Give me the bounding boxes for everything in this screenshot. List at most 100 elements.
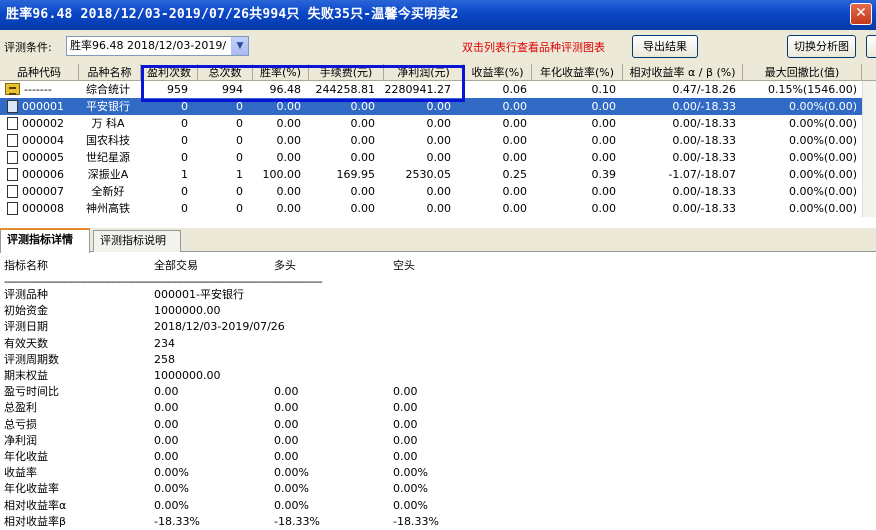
cell-drawdown: 0.00%(0.00) — [788, 202, 857, 215]
table-row[interactable]: 000008 神州高铁 0 0 0.00 0.00 0.00 0.00 0.00 0.00/-18… — [0, 200, 862, 217]
cell-ab: 0.00/-18.33 — [672, 151, 736, 164]
column-header-wins[interactable]: 盈利次数 — [141, 64, 198, 81]
table-row[interactable]: 000007 全新好 0 0 0.00 0.00 0.00 0.00 0.00 0.00/-18.… — [0, 183, 862, 200]
metric-row: 有效天数 234 — [0, 336, 876, 352]
table-row[interactable]: 000006 深振业A 1 1 100.00 169.95 2530.05 0.25 0.39-… — [0, 166, 862, 183]
metric-value-short: 0.00% — [393, 498, 428, 512]
metric-row: 相对收益率β -18.33% -18.33% -18.33% — [0, 514, 876, 530]
metric-value-all: 1000000.00 — [154, 369, 221, 382]
metric-label: 评测日期 — [4, 320, 48, 334]
metric-row: 总亏损 0.00 0.00 0.00 — [0, 417, 876, 433]
cell-ab: 0.00/-18.33 — [672, 117, 736, 130]
document-icon — [7, 185, 18, 198]
cell-code: 000008 — [22, 202, 64, 215]
table-vertical-scrollbar[interactable] — [862, 81, 876, 217]
metric-value-short: 0.00 — [393, 417, 418, 431]
summary-icon — [5, 83, 20, 95]
metric-value-all: 0.00% — [154, 482, 189, 496]
metric-value-short: 0.00 — [393, 433, 418, 447]
metric-value-all: 0.00 — [154, 401, 179, 415]
cell-code: 000002 — [22, 117, 64, 130]
cell-drawdown: 0.00%(0.00) — [788, 117, 857, 130]
close-icon[interactable]: ✕ — [850, 3, 872, 25]
column-header-fee[interactable]: 手续费(元) — [309, 64, 384, 81]
metric-value-all: 000001-平安银行 — [154, 288, 244, 301]
column-header-annual[interactable]: 年化收益率(%) — [532, 64, 623, 81]
column-header-ret[interactable]: 收益率(%) — [464, 64, 532, 81]
metric-row: 评测周期数 258 — [0, 352, 876, 368]
column-header-ab[interactable]: 相对收益率 α / β (%) — [623, 64, 743, 81]
column-header-drawdown[interactable]: 最大回撤比(值) — [743, 64, 862, 81]
metric-value-all: 0.00 — [154, 417, 179, 431]
metric-row: 收益率 0.00% 0.00% 0.00% — [0, 465, 876, 481]
metric-label: 期末权益 — [4, 369, 48, 382]
detail-header-long: 多头 — [274, 259, 296, 272]
column-header-total[interactable]: 总次数 — [198, 64, 253, 81]
document-icon — [7, 168, 18, 181]
metric-details-panel: 指标名称 全部交易 多头 空头 ------------------------… — [0, 253, 876, 530]
cell-annual: 0.00 — [591, 202, 617, 215]
extra-button[interactable] — [866, 35, 876, 58]
metric-label: 年化收益率 — [4, 482, 59, 496]
metric-value-all: 234 — [154, 336, 175, 350]
metric-row: 初始资金 1000000.00 — [0, 303, 876, 319]
cell-code: 000006 — [22, 168, 64, 181]
cell-code: 000007 — [22, 185, 64, 198]
cell-code: 000004 — [22, 134, 64, 147]
toolbar: 评测条件: 胜率96.48 2018/12/03-2019/ ▼ 双击列表行查看… — [0, 30, 876, 64]
double-click-hint: 双击列表行查看品种评测图表 — [462, 41, 605, 54]
metric-value-long: 0.00 — [274, 450, 299, 463]
column-header-code[interactable]: 品种代码 — [0, 64, 79, 81]
table-row[interactable]: 000004 国农科技 0 0 0.00 0.00 0.00 0.00 0.00 0.00/-18… — [0, 132, 862, 149]
metric-row: 净利润 0.00 0.00 0.00 — [0, 433, 876, 449]
metric-label: 年化收益 — [4, 450, 48, 463]
metric-value-long: 0.00% — [274, 466, 309, 480]
metric-label: 盈亏时间比 — [4, 385, 59, 399]
document-icon — [7, 202, 18, 215]
table-header: 品种代码 品种名称 盈利次数 总次数 胜率(%) 手续费(元) 净利润(元) 收益率(%) 年化… — [0, 64, 876, 81]
metric-row: 期末权益 1000000.00 — [0, 368, 876, 384]
cell-drawdown: 0.00%(0.00) — [788, 151, 857, 164]
cell-ab: 0.00/-18.33 — [672, 185, 736, 198]
table-row[interactable]: 000002 万 科A 0 0 0.00 0.00 0.00 0.00 0.00 0.00/-18… — [0, 115, 862, 132]
export-results-button[interactable]: 导出结果 — [632, 35, 698, 58]
condition-select[interactable]: 胜率96.48 2018/12/03-2019/ ▼ — [66, 36, 249, 56]
metric-value-short: -18.33% — [393, 514, 439, 528]
column-header-name[interactable]: 品种名称 — [79, 64, 141, 81]
metric-row: 总盈利 0.00 0.00 0.00 — [0, 400, 876, 416]
table-row-summary[interactable]: ------- 综合统计 959 994 96.48 244258.81 2280941.2… — [0, 81, 862, 98]
column-header-profit[interactable]: 净利润(元) — [384, 64, 464, 81]
metric-value-long: 0.00 — [274, 385, 299, 399]
metric-value-long: 0.00% — [274, 498, 309, 512]
metric-label: 收益率 — [4, 466, 37, 480]
metric-row: 盈亏时间比 0.00 0.00 0.00 — [0, 384, 876, 400]
metric-row: 年化收益 0.00 0.00 0.00 — [0, 449, 876, 465]
metric-value-short: 0.00 — [393, 401, 418, 415]
metric-value-all: 2018/12/03-2019/07/26 — [154, 320, 285, 334]
metric-value-all: 1000000.00 — [154, 304, 221, 318]
switch-chart-button[interactable]: 切换分析图 — [787, 35, 856, 58]
tab-metric-details[interactable]: 评测指标详情 — [0, 228, 90, 253]
detail-header-short: 空头 — [393, 259, 415, 272]
detail-header-all: 全部交易 — [154, 259, 198, 272]
column-header-winrate[interactable]: 胜率(%) — [253, 64, 309, 81]
tab-metric-description[interactable]: 评测指标说明 — [93, 230, 181, 252]
metric-value-short: 0.00% — [393, 482, 428, 496]
cell-annual: 0.00 — [591, 185, 617, 198]
document-icon — [7, 151, 18, 164]
document-icon — [7, 117, 18, 130]
cell-annual: 0.00 — [591, 134, 617, 147]
metric-value-all: 0.00 — [154, 433, 179, 447]
chevron-down-icon[interactable]: ▼ — [231, 37, 248, 55]
detail-tabs: 评测指标详情 评测指标说明 — [0, 228, 876, 253]
metric-value-short: 0.00 — [393, 450, 418, 463]
table-row[interactable]: 000005 世纪星源 0 0 0.00 0.00 0.00 0.00 0.00 0.00/-18… — [0, 149, 862, 166]
metric-label: 评测品种 — [4, 288, 48, 301]
metric-value-all: 0.00% — [154, 466, 189, 480]
metric-row: 相对收益率α 0.00% 0.00% 0.00% — [0, 498, 876, 514]
metric-label: 相对收益率β — [4, 514, 67, 528]
cell-annual: 0.10 — [591, 83, 617, 96]
window-title: 胜率96.48 2018/12/03-2019/07/26共994只 失败35只… — [6, 7, 459, 22]
cell-code: 000001 — [22, 100, 64, 113]
table-row[interactable]: 000001 平安银行 0 0 0.00 0.00 0.00 0.00 0.00 0.00/-18… — [0, 98, 862, 115]
